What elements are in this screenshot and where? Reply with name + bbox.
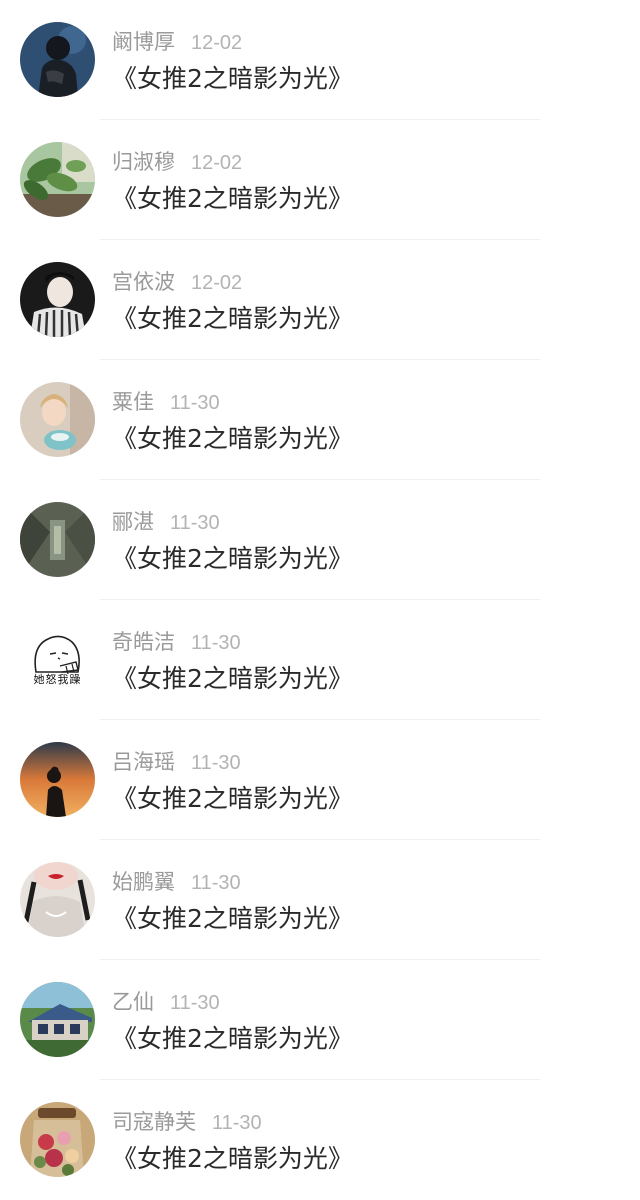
list-item[interactable]: 郦湛 11-30 《女推2之暗影为光》	[0, 480, 640, 600]
book-title[interactable]: 《女推2之暗影为光》	[112, 302, 353, 336]
post-date: 12-02	[191, 32, 243, 54]
item-meta: 宫依波 12-02	[112, 268, 242, 296]
avatar-photo-icon	[20, 1102, 95, 1177]
list-item[interactable]: 她怒我躁 奇皓洁 11-30 《女推2之暗影为光》	[0, 600, 640, 720]
book-title[interactable]: 《女推2之暗影为光》	[112, 422, 353, 456]
post-date: 12-02	[191, 152, 243, 174]
post-date: 11-30	[170, 392, 220, 414]
post-date: 11-30	[212, 1112, 262, 1134]
book-title[interactable]: 《女推2之暗影为光》	[112, 1022, 353, 1056]
post-date: 12-02	[191, 272, 243, 294]
user-name[interactable]: 始鹏翼	[112, 870, 175, 894]
list-item[interactable]: 归淑穆 12-02 《女推2之暗影为光》	[0, 120, 640, 240]
avatar[interactable]	[20, 1102, 95, 1177]
user-name[interactable]: 归淑穆	[112, 150, 175, 174]
item-meta: 乙仙 11-30	[112, 988, 220, 1016]
user-name[interactable]: 奇皓洁	[112, 630, 175, 654]
comment-list: 阚博厚 12-02 《女推2之暗影为光》 归淑穆 12-02 《女推2之暗影为光》	[0, 0, 640, 1200]
avatar[interactable]: 她怒我躁	[20, 622, 95, 697]
item-meta: 归淑穆 12-02	[112, 148, 242, 176]
book-title[interactable]: 《女推2之暗影为光》	[112, 1142, 353, 1176]
post-date: 11-30	[170, 512, 220, 534]
avatar-photo-icon	[20, 862, 95, 937]
avatar-photo-icon	[20, 742, 95, 817]
book-title[interactable]: 《女推2之暗影为光》	[112, 782, 353, 816]
avatar[interactable]	[20, 742, 95, 817]
user-name[interactable]: 乙仙	[112, 990, 154, 1014]
item-meta: 奇皓洁 11-30	[112, 628, 241, 656]
item-meta: 始鹏翼 11-30	[112, 868, 241, 896]
avatar-caption: 她怒我躁	[33, 673, 82, 686]
list-item[interactable]: 阚博厚 12-02 《女推2之暗影为光》	[0, 0, 640, 120]
list-item[interactable]: 乙仙 11-30 《女推2之暗影为光》	[0, 960, 640, 1080]
user-name[interactable]: 粟佳	[112, 390, 154, 414]
item-meta: 司寇静芙 11-30	[112, 1108, 262, 1136]
avatar-photo-icon	[20, 142, 95, 217]
avatar-photo-icon	[20, 502, 95, 577]
avatar-photo-icon	[20, 22, 95, 97]
avatar[interactable]	[20, 262, 95, 337]
post-date: 11-30	[170, 992, 220, 1014]
book-title[interactable]: 《女推2之暗影为光》	[112, 62, 353, 96]
avatar-photo-icon	[20, 982, 95, 1057]
post-date: 11-30	[191, 752, 241, 774]
book-title[interactable]: 《女推2之暗影为光》	[112, 902, 353, 936]
avatar[interactable]	[20, 382, 95, 457]
item-meta: 粟佳 11-30	[112, 388, 220, 416]
avatar[interactable]	[20, 982, 95, 1057]
user-name[interactable]: 吕海瑶	[112, 750, 175, 774]
item-meta: 吕海瑶 11-30	[112, 748, 241, 776]
list-item[interactable]: 司寇静芙 11-30 《女推2之暗影为光》	[0, 1080, 640, 1200]
list-item[interactable]: 始鹏翼 11-30 《女推2之暗影为光》	[0, 840, 640, 960]
avatar[interactable]	[20, 502, 95, 577]
user-name[interactable]: 阚博厚	[112, 30, 175, 54]
avatar[interactable]	[20, 862, 95, 937]
post-date: 11-30	[191, 872, 241, 894]
item-meta: 郦湛 11-30	[112, 508, 220, 536]
user-name[interactable]: 司寇静芙	[112, 1110, 196, 1134]
user-name[interactable]: 郦湛	[112, 510, 154, 534]
post-date: 11-30	[191, 632, 241, 654]
list-item[interactable]: 吕海瑶 11-30 《女推2之暗影为光》	[0, 720, 640, 840]
list-item[interactable]: 宫依波 12-02 《女推2之暗影为光》	[0, 240, 640, 360]
user-name[interactable]: 宫依波	[112, 270, 175, 294]
book-title[interactable]: 《女推2之暗影为光》	[112, 542, 353, 576]
avatar[interactable]	[20, 142, 95, 217]
list-item[interactable]: 粟佳 11-30 《女推2之暗影为光》	[0, 360, 640, 480]
item-meta: 阚博厚 12-02	[112, 28, 242, 56]
book-title[interactable]: 《女推2之暗影为光》	[112, 662, 353, 696]
avatar[interactable]	[20, 22, 95, 97]
book-title[interactable]: 《女推2之暗影为光》	[112, 182, 353, 216]
avatar-photo-icon	[20, 382, 95, 457]
avatar-photo-icon	[20, 262, 95, 337]
